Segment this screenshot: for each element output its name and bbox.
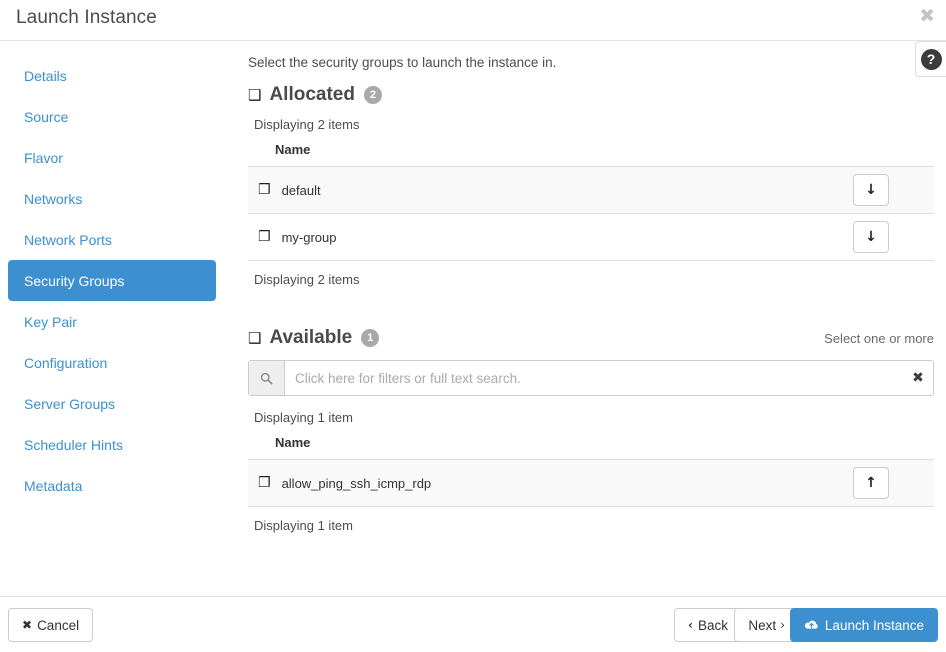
page-title: Launch Instance [16,7,157,29]
chevron-down-icon[interactable]: ❑ [248,88,261,103]
table-row[interactable]: ❒ default ↓ [248,167,934,214]
chevron-right-icon[interactable]: ❒ [258,183,271,197]
allocated-count-badge: 2 [364,86,382,104]
launch-instance-button[interactable]: Launch Instance [790,608,938,642]
row-name-cell: ❒ my-group [248,214,845,261]
column-header-action [845,142,934,167]
sidebar-item-label: Flavor [24,150,63,166]
table-header-row: Name [248,142,934,167]
search-bar: ✖ [248,360,934,396]
chevron-right-icon[interactable]: ❒ [258,476,271,490]
sidebar-item-network-ports[interactable]: Network Ports [8,219,216,260]
table-row[interactable]: ❒ my-group ↓ [248,214,934,261]
available-count-badge: 1 [361,329,379,347]
back-button[interactable]: ‹ Back [674,608,742,642]
row-name-cell: ❒ allow_ping_ssh_icmp_rdp [248,460,845,507]
sidebar-item-server-groups[interactable]: Server Groups [8,383,216,424]
row-action-cell: ↓ [845,214,934,261]
search-input[interactable] [285,361,903,395]
sidebar-item-networks[interactable]: Networks [8,178,216,219]
main-panel: Select the security groups to launch the… [248,55,934,543]
chevron-right-icon[interactable]: ❒ [258,230,271,244]
sidebar-item-security-groups[interactable]: Security Groups [8,260,216,301]
row-name-label: my-group [282,230,337,245]
cloud-upload-icon [804,619,819,631]
sidebar-item-label: Networks [24,191,82,207]
instruction-text: Select the security groups to launch the… [248,55,934,70]
table-header-row: Name [248,435,934,460]
row-action-cell: ↓ [845,167,934,214]
cancel-button[interactable]: ✖ Cancel [8,608,93,642]
row-name-label: default [282,183,321,198]
available-section-header[interactable]: ❑ Available 1 Select one or more [248,327,934,349]
table-row[interactable]: ❒ allow_ping_ssh_icmp_rdp ↑ [248,460,934,507]
modal-header: Launch Instance ✖ [0,0,946,41]
chevron-right-icon: › [780,618,785,632]
launch-instance-button-label: Launch Instance [825,618,924,633]
allocate-button[interactable]: ↑ [853,467,889,499]
sidebar-item-scheduler-hints[interactable]: Scheduler Hints [8,424,216,465]
deallocate-button[interactable]: ↓ [853,174,889,206]
sidebar-item-label: Server Groups [24,396,115,412]
allocated-title: Allocated [269,84,355,106]
deallocate-button[interactable]: ↓ [853,221,889,253]
allocated-displaying-top: Displaying 2 items [248,117,934,132]
allocated-displaying-bottom: Displaying 2 items [248,272,934,287]
row-name-cell: ❒ default [248,167,845,214]
column-header-name: Name [248,435,845,460]
allocated-table: Name ❒ default ↓ ❒ my-group ↓ [248,142,934,261]
row-action-cell: ↑ [845,460,934,507]
sidebar-item-label: Metadata [24,478,82,494]
column-header-name: Name [248,142,845,167]
sidebar-item-label: Details [24,68,67,84]
sidebar-item-label: Source [24,109,68,125]
sidebar-item-label: Network Ports [24,232,112,248]
available-hint: Select one or more [824,331,934,346]
sidebar-item-label: Key Pair [24,314,77,330]
column-header-action [845,435,934,460]
available-table: Name ❒ allow_ping_ssh_icmp_rdp ↑ [248,435,934,507]
sidebar-item-label: Scheduler Hints [24,437,123,453]
next-button-label: Next [748,618,776,633]
sidebar-item-label: Security Groups [24,273,124,289]
sidebar-item-configuration[interactable]: Configuration [8,342,216,383]
row-name-label: allow_ping_ssh_icmp_rdp [282,476,432,491]
sidebar-item-key-pair[interactable]: Key Pair [8,301,216,342]
sidebar-item-flavor[interactable]: Flavor [8,137,216,178]
wizard-nav-sidebar: Details Source Flavor Networks Network Ports… [0,55,224,506]
chevron-down-icon[interactable]: ❑ [248,331,261,346]
close-icon[interactable]: ✖ [919,6,935,26]
search-icon[interactable] [249,361,285,395]
sidebar-item-label: Configuration [24,355,107,371]
back-button-label: Back [698,618,728,633]
available-displaying-bottom: Displaying 1 item [248,518,934,533]
sidebar-item-details[interactable]: Details [8,55,216,96]
cancel-button-label: Cancel [37,618,79,633]
close-icon: ✖ [22,618,32,632]
modal-footer: ✖ Cancel ‹ Back Next › Launch Instance [0,596,946,652]
sidebar-item-metadata[interactable]: Metadata [8,465,216,506]
allocated-section-header[interactable]: ❑ Allocated 2 [248,84,934,106]
chevron-left-icon: ‹ [688,618,693,632]
available-title: Available [269,327,352,349]
sidebar-item-source[interactable]: Source [8,96,216,137]
clear-icon[interactable]: ✖ [903,361,933,395]
available-displaying-top: Displaying 1 item [248,410,934,425]
